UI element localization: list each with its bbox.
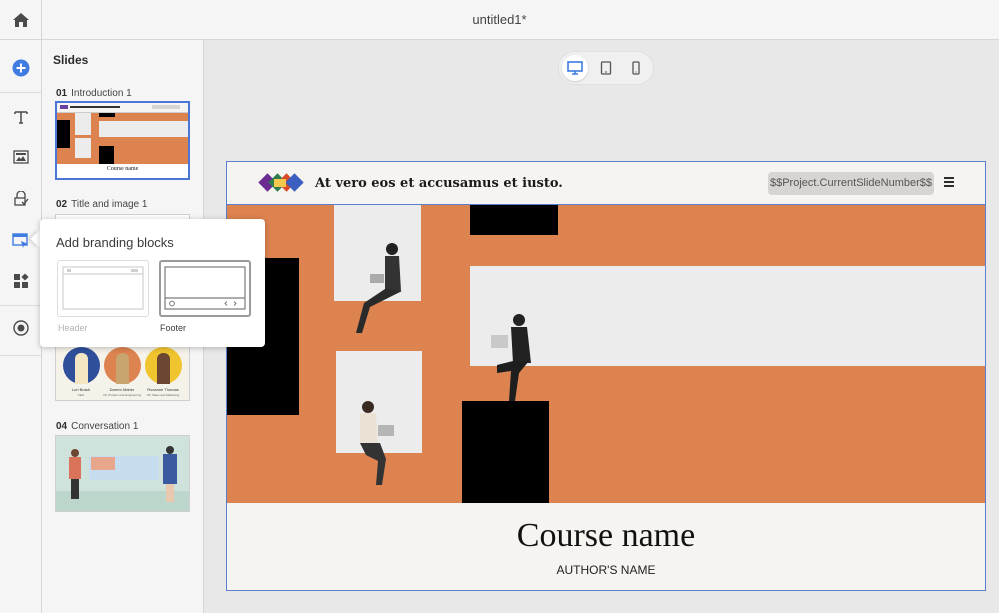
- desktop-icon: [567, 61, 583, 75]
- popover-title: Add branding blocks: [56, 235, 174, 250]
- device-switcher: [558, 51, 654, 85]
- hamburger-menu-icon[interactable]: [943, 176, 955, 188]
- widgets-icon: [13, 273, 29, 289]
- add-button[interactable]: [0, 53, 41, 83]
- footer-block-option[interactable]: [159, 260, 251, 317]
- header-label: Header: [58, 323, 88, 333]
- thumb-person-name: Roxanne Thomas: [140, 387, 186, 392]
- image-panel: [336, 351, 422, 453]
- record-button[interactable]: [0, 313, 41, 343]
- record-icon: [13, 320, 29, 336]
- slide-canvas[interactable]: At vero eos et accusamus et iusto. $$Pro…: [226, 161, 986, 591]
- left-toolbar: [0, 40, 42, 613]
- slide-header[interactable]: At vero eos et accusamus et iusto. $$Pro…: [227, 162, 985, 205]
- tablet-view-button[interactable]: [593, 55, 619, 81]
- tablet-icon: [600, 61, 612, 75]
- text-button[interactable]: [0, 102, 41, 132]
- person-illustration: [346, 399, 406, 489]
- image-band: [470, 266, 986, 366]
- thumb-person-name: Lori Brash: [58, 387, 104, 392]
- desktop-view-button[interactable]: [562, 55, 588, 81]
- image-panel: [334, 205, 421, 301]
- header-block-option[interactable]: [57, 260, 149, 317]
- person-illustration: [352, 241, 407, 341]
- branding-blocks-popover: Add branding blocks Header Footer: [40, 219, 265, 347]
- slide-thumbnail-04[interactable]: [55, 435, 190, 512]
- thumb-course-name: Course name: [57, 166, 188, 172]
- hero-image[interactable]: [227, 205, 985, 503]
- panel-title: Slides: [53, 53, 88, 67]
- brand-logo: [258, 172, 304, 194]
- thumb-person-role: VP, Sales and Marketing: [140, 393, 186, 397]
- slide-label-02: 02Title and image 1: [56, 199, 147, 210]
- author-name: AUTHOR'S NAME: [227, 563, 985, 577]
- footer-layout-icon: [161, 262, 249, 315]
- thumb-person-role: VP, Product and Engineering: [99, 393, 145, 397]
- media-icon: [13, 149, 29, 165]
- thumb-person-role: CEO: [58, 393, 104, 397]
- add-icon: [12, 59, 30, 77]
- slide-label-04: 04Conversation 1: [56, 421, 138, 432]
- phone-icon: [631, 61, 641, 75]
- slide-headline: At vero eos et accusamus et iusto.: [315, 176, 563, 191]
- home-icon: [12, 12, 30, 28]
- thumb-person-name: Darren Maher: [99, 387, 145, 392]
- person-illustration: [483, 313, 543, 403]
- branding-icon: [12, 232, 29, 248]
- phone-view-button[interactable]: [623, 55, 649, 81]
- text-icon: [13, 109, 29, 125]
- interaction-icon: [13, 191, 29, 207]
- slide-number-variable: $$Project.CurrentSlideNumber$$: [768, 172, 934, 195]
- footer-label: Footer: [160, 323, 186, 333]
- slide-thumbnail-01[interactable]: Course name: [55, 101, 190, 180]
- course-title: Course name: [227, 517, 985, 555]
- header-layout-icon: [58, 261, 148, 316]
- interaction-button[interactable]: [0, 184, 41, 214]
- media-button[interactable]: [0, 142, 41, 172]
- home-button[interactable]: [0, 0, 42, 40]
- widgets-button[interactable]: [0, 266, 41, 296]
- slide-label-01: 01Introduction 1: [56, 88, 132, 99]
- top-bar: [0, 0, 999, 40]
